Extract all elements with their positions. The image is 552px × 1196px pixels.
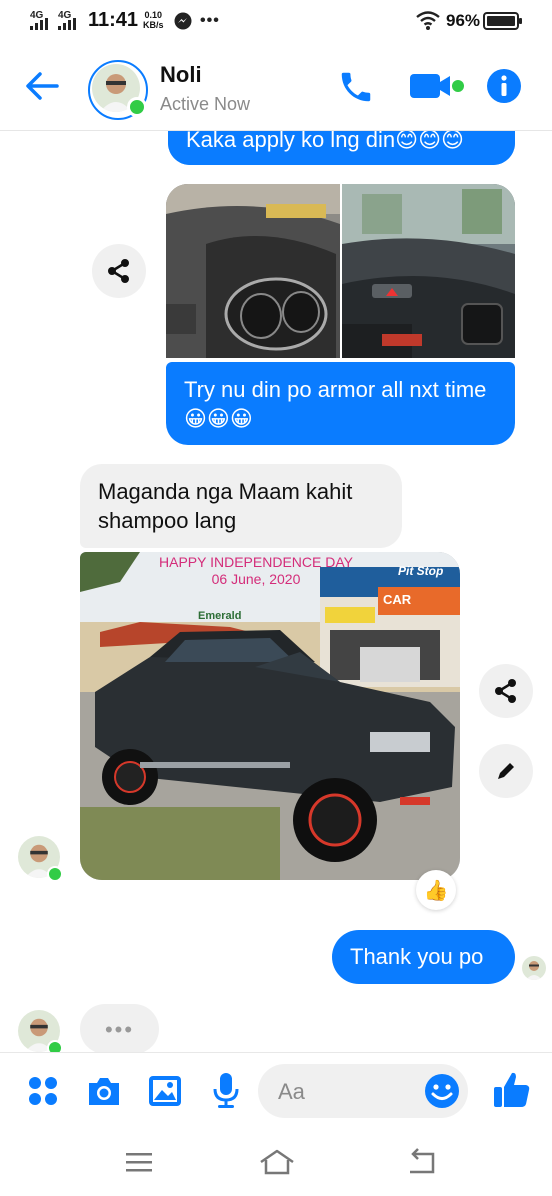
photo-sign-text: Emerald xyxy=(198,610,242,622)
message-bubble-outgoing[interactable]: Try nu din po armor all nxt time😀😀😀 xyxy=(166,362,515,445)
share-icon xyxy=(108,259,129,283)
more-notifications-icon: ••• xyxy=(200,12,220,29)
photo-sign-text: CAR xyxy=(383,592,412,607)
home-icon[interactable] xyxy=(258,1148,296,1176)
read-receipt-avatar xyxy=(522,956,546,980)
image-attachment-car[interactable]: HAPPY INDEPENDENCE DAY 06 June, 2020 Pit… xyxy=(80,552,460,880)
presence-status: Active Now xyxy=(160,94,251,114)
contact-name[interactable]: Noli xyxy=(160,62,202,88)
message-bubble-outgoing[interactable]: Thank you po xyxy=(332,930,515,984)
image-attachment-dashboard-2[interactable] xyxy=(342,184,515,358)
video-call-icon[interactable] xyxy=(410,72,454,100)
signal-icon xyxy=(58,18,76,30)
image-attachment-dashboard[interactable] xyxy=(166,184,340,358)
back-arrow-icon[interactable] xyxy=(24,70,60,102)
reaction-badge[interactable]: 👍 xyxy=(416,870,456,910)
message-bubble-incoming[interactable]: Maganda nga Maam kahit shampoo lang xyxy=(80,464,402,548)
typing-indicator: ••• xyxy=(80,1004,159,1054)
info-icon[interactable] xyxy=(486,68,522,104)
like-thumbs-up-icon[interactable] xyxy=(492,1070,532,1110)
wifi-icon xyxy=(416,11,440,30)
battery-percent: 96% xyxy=(446,11,481,30)
message-text: Thank you po xyxy=(350,944,484,969)
pencil-icon xyxy=(498,763,514,779)
message-bubble-outgoing[interactable]: Kaka apply ko lng din😊😊😊 xyxy=(168,131,515,165)
emoji-icon[interactable] xyxy=(424,1073,460,1109)
message-text: Try nu din po armor all nxt time😀😀😀 xyxy=(184,377,487,431)
thumbs-up-reaction-icon: 👍 xyxy=(423,879,449,902)
message-text: Maganda nga Maam kahit shampoo lang xyxy=(98,479,353,533)
share-button[interactable] xyxy=(92,244,146,298)
messenger-notification-icon xyxy=(174,12,192,30)
photo-caption: HAPPY INDEPENDENCE DAY 06 June, 2020 xyxy=(159,554,353,587)
message-text: Kaka apply ko lng din😊😊😊 xyxy=(186,131,464,152)
gallery-icon[interactable] xyxy=(148,1075,182,1107)
photo-sign-text: Pit Stop xyxy=(398,564,444,578)
clock: 11:41 xyxy=(88,9,139,31)
message-input-placeholder: Aa xyxy=(278,1079,305,1104)
video-active-dot xyxy=(452,80,464,92)
share-icon xyxy=(495,679,516,703)
recent-apps-icon[interactable] xyxy=(124,1150,154,1174)
online-status-dot xyxy=(47,866,63,882)
back-navigation-icon[interactable] xyxy=(406,1148,438,1176)
phone-call-icon[interactable] xyxy=(337,68,375,106)
edit-photo-button[interactable] xyxy=(479,744,533,798)
online-status-dot xyxy=(127,97,147,117)
battery-icon xyxy=(483,12,522,30)
share-button[interactable] xyxy=(479,664,533,718)
camera-icon[interactable] xyxy=(86,1075,122,1107)
apps-menu-icon[interactable] xyxy=(28,1076,58,1106)
microphone-icon[interactable] xyxy=(212,1072,240,1110)
network-speed: 0.10 KB/s xyxy=(143,10,164,30)
signal-icon xyxy=(30,18,48,30)
